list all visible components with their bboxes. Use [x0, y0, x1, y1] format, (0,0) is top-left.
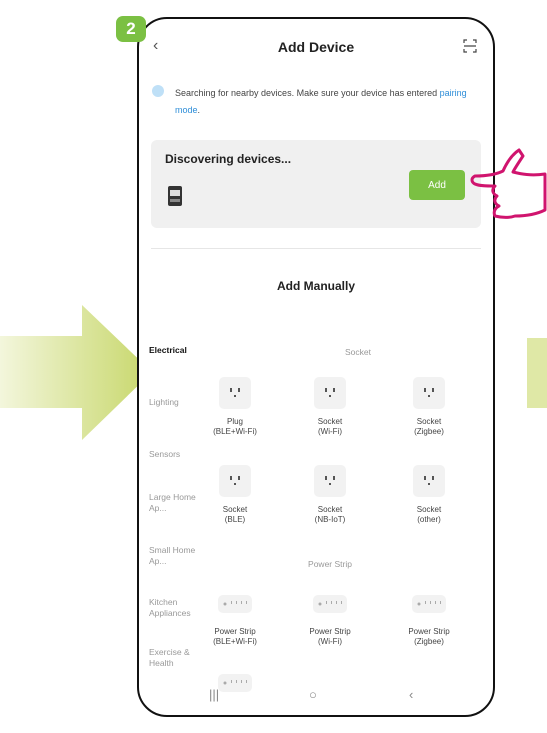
tile-label: Socket (Wi-Fi)	[317, 417, 343, 436]
device-tile[interactable]: Power Strip (BLE+Wi-Fi)	[185, 589, 285, 647]
arrow-stub-decoration	[527, 338, 547, 408]
power-strip-icon	[218, 595, 252, 613]
device-tile[interactable]: Socket (other)	[379, 465, 479, 525]
search-info-text: Searching for nearby devices. Make sure …	[175, 88, 467, 115]
sidebar-item-sensors[interactable]: Sensors	[149, 449, 223, 460]
socket-icon	[413, 377, 445, 409]
power-strip-icon	[412, 595, 446, 613]
socket-icon	[219, 465, 251, 497]
discovering-card: Discovering devices... Add	[151, 140, 481, 228]
bluetooth-status-icon	[152, 85, 164, 97]
device-icon	[168, 186, 182, 206]
socket-icon	[219, 377, 251, 409]
tile-label: Socket (BLE)	[222, 505, 248, 524]
socket-icon	[314, 377, 346, 409]
device-tile[interactable]: Socket (BLE)	[185, 465, 285, 525]
device-tile[interactable]: Power Strip (Zigbee)	[379, 589, 479, 647]
tile-label: Power Strip (Wi-Fi)	[309, 627, 351, 646]
sidebar-item-exercise-health[interactable]: Exercise & Health	[149, 647, 209, 669]
add-manually-title: Add Manually	[276, 279, 355, 293]
sidebar-item-small-home-appliances[interactable]: Small Home Ap...	[149, 545, 209, 567]
tile-label: Socket (other)	[416, 505, 442, 524]
sidebar-item-electrical[interactable]: Electrical	[149, 345, 223, 356]
scan-icon[interactable]	[463, 39, 477, 53]
back-nav-icon[interactable]: ‹	[409, 687, 413, 702]
tile-label: Socket (NB-IoT)	[314, 505, 346, 524]
tile-label: Power Strip (Zigbee)	[408, 627, 450, 646]
tile-label: Plug (BLE+Wi-Fi)	[213, 417, 257, 436]
recent-apps-icon[interactable]: |||	[209, 687, 219, 702]
system-navbar: ||| ○ ‹	[139, 677, 493, 715]
pointing-hand-icon	[470, 148, 547, 219]
step-badge: 2	[116, 16, 146, 42]
section-title-power-strip: Power Strip	[308, 559, 352, 569]
divider	[151, 248, 481, 249]
power-strip-icon	[313, 595, 347, 613]
socket-icon	[413, 465, 445, 497]
section-title-socket: Socket	[345, 347, 371, 357]
socket-icon	[314, 465, 346, 497]
tile-label: Power Strip (BLE+Wi-Fi)	[213, 627, 257, 646]
device-tile[interactable]: Power Strip (Wi-Fi)	[280, 589, 380, 647]
arrow-right-icon	[0, 305, 152, 440]
tile-label: Socket (Zigbee)	[414, 417, 444, 436]
phone-frame: ‹ Add Device Searching for nearby device…	[137, 17, 495, 717]
device-tile[interactable]: Socket (Zigbee)	[379, 377, 479, 437]
discovering-title: Discovering devices...	[165, 152, 292, 166]
device-tile[interactable]: Plug (BLE+Wi-Fi)	[185, 377, 285, 437]
page-title: Add Device	[277, 39, 355, 55]
device-tile[interactable]: Socket (Wi-Fi)	[280, 377, 380, 437]
home-icon[interactable]: ○	[309, 687, 317, 702]
device-tile[interactable]: Socket (NB-IoT)	[280, 465, 380, 525]
